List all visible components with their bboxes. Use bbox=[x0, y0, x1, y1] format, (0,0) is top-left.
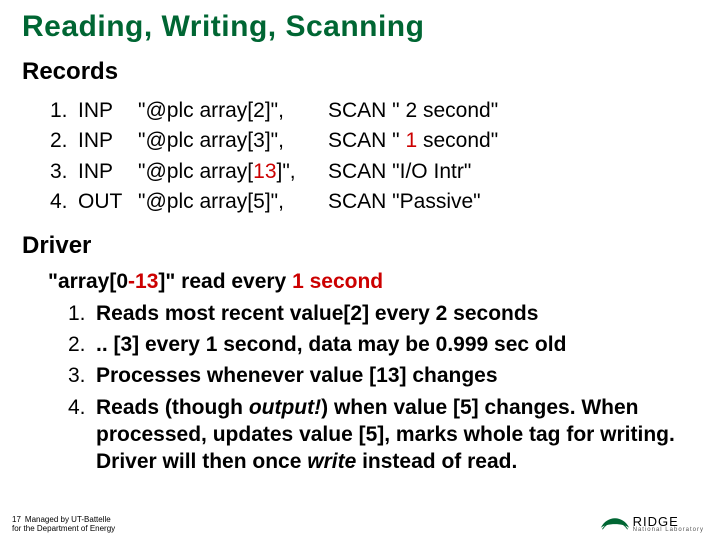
footer-line1: Managed by UT-Battelle bbox=[25, 515, 111, 524]
record-addr: "@plc array[3]", bbox=[138, 126, 328, 156]
list-number: 4. bbox=[68, 394, 96, 476]
list-number: 4. bbox=[50, 187, 78, 217]
slide-title: Reading, Writing, Scanning bbox=[22, 10, 698, 44]
logo-text: RIDGE National Laboratory bbox=[633, 514, 704, 533]
record-scan: SCAN "Passive" bbox=[328, 187, 698, 217]
driver-text: .. [3] every 1 second, data may be 0.999… bbox=[96, 331, 698, 358]
list-number: 3. bbox=[68, 362, 96, 389]
driver-heading: Driver bbox=[22, 232, 698, 260]
record-addr: "@plc array[5]", bbox=[138, 187, 328, 217]
record-scan: SCAN " 2 second" bbox=[328, 96, 698, 126]
driver-row: 2. .. [3] every 1 second, data may be 0.… bbox=[68, 331, 698, 358]
record-scan: SCAN "I/O Intr" bbox=[328, 157, 698, 187]
record-dir: INP bbox=[78, 96, 138, 126]
record-row: 2. INP "@plc array[3]", SCAN " 1 second" bbox=[50, 126, 698, 156]
record-addr: "@plc array[2]", bbox=[138, 96, 328, 126]
record-scan: SCAN " 1 second" bbox=[328, 126, 698, 156]
record-addr: "@plc array[13]", bbox=[138, 157, 328, 187]
records-heading: Records bbox=[22, 58, 698, 86]
record-row: 1. INP "@plc array[2]", SCAN " 2 second" bbox=[50, 96, 698, 126]
ornl-logo: RIDGE National Laboratory bbox=[599, 512, 704, 534]
record-row: 4. OUT "@plc array[5]", SCAN "Passive" bbox=[50, 187, 698, 217]
records-list: 1. INP "@plc array[2]", SCAN " 2 second"… bbox=[30, 96, 698, 218]
slide: Reading, Writing, Scanning Records 1. IN… bbox=[0, 0, 720, 540]
record-dir: INP bbox=[78, 157, 138, 187]
record-dir: INP bbox=[78, 126, 138, 156]
footer-line2: for the Department of Energy bbox=[12, 524, 115, 533]
list-number: 1. bbox=[68, 300, 96, 327]
list-number: 3. bbox=[50, 157, 78, 187]
list-number: 1. bbox=[50, 96, 78, 126]
driver-text: Reads most recent value[2] every 2 secon… bbox=[96, 300, 698, 327]
list-number: 2. bbox=[68, 331, 96, 358]
driver-text: Reads (though output!) when value [5] ch… bbox=[96, 394, 698, 476]
leaf-swoosh-icon bbox=[599, 512, 631, 534]
driver-row: 4. Reads (though output!) when value [5]… bbox=[68, 394, 698, 476]
record-row: 3. INP "@plc array[13]", SCAN "I/O Intr" bbox=[50, 157, 698, 187]
footer: 17Managed by UT-Battelle for the Departm… bbox=[12, 516, 115, 534]
driver-text: Processes whenever value [13] changes bbox=[96, 362, 698, 389]
driver-row: 1. Reads most recent value[2] every 2 se… bbox=[68, 300, 698, 327]
driver-intro: "array[0-13]" read every 1 second bbox=[48, 270, 698, 294]
driver-list: "array[0-13]" read every 1 second 1. Rea… bbox=[30, 270, 698, 476]
driver-row: 3. Processes whenever value [13] changes bbox=[68, 362, 698, 389]
record-dir: OUT bbox=[78, 187, 138, 217]
list-number: 2. bbox=[50, 126, 78, 156]
